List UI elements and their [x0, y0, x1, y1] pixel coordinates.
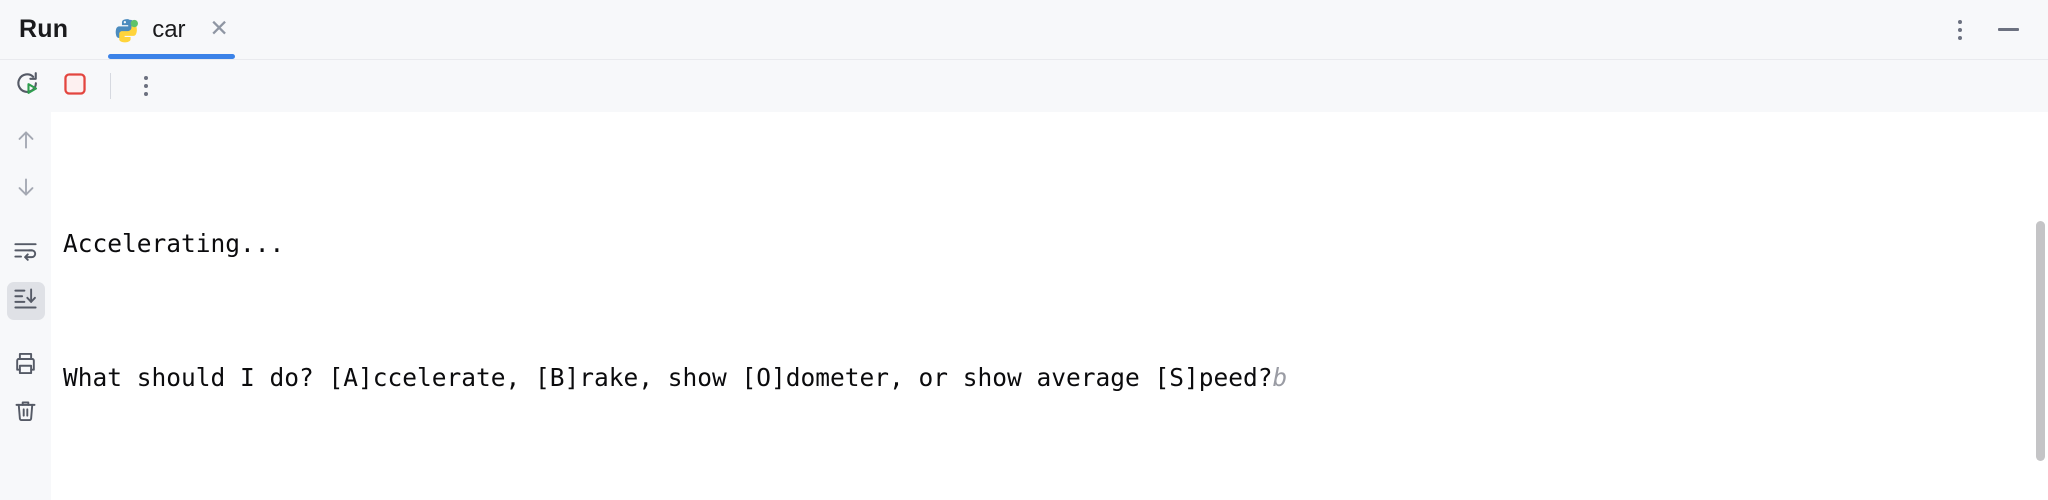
more-actions-button[interactable] [125, 65, 167, 107]
run-window-title: Run [19, 15, 69, 43]
user-input-echo: b [1272, 362, 1288, 392]
console-line-output: Accelerating... [63, 227, 2048, 261]
soft-wrap-icon [12, 238, 39, 270]
python-file-icon [114, 16, 142, 44]
window-controls [1940, 0, 2048, 59]
stop-button[interactable] [54, 65, 96, 107]
minimize-icon [1997, 28, 2019, 31]
print-button[interactable] [7, 347, 45, 385]
close-icon[interactable]: ✕ [210, 17, 229, 40]
output-text: Accelerating... [63, 228, 285, 258]
vertical-dots-icon [144, 76, 148, 96]
arrow-up-icon [13, 127, 39, 158]
console-line-prompt: What should I do? [A]ccelerate, [B]rake,… [63, 361, 2048, 395]
console-output-panel[interactable]: Accelerating... What should I do? [A]cce… [51, 112, 2048, 500]
more-options-button[interactable] [1940, 10, 1980, 50]
run-window-header: Run car ✕ [0, 0, 2048, 59]
clear-all-button[interactable] [7, 394, 45, 432]
arrow-down-icon [13, 174, 39, 205]
rerun-button[interactable] [8, 65, 50, 107]
run-tool-window: Run car ✕ Accelerating... What should I … [0, 0, 2048, 500]
toolbar-separator [110, 73, 111, 99]
soft-wrap-button[interactable] [7, 235, 45, 273]
next-occurrence-button[interactable] [7, 170, 45, 208]
console-line-output: Braking... [63, 495, 2048, 500]
vertical-dots-icon [1958, 19, 1962, 40]
scroll-to-end-icon [12, 285, 39, 317]
scroll-to-end-button[interactable] [6, 282, 45, 320]
console-text[interactable]: Accelerating... What should I do? [A]cce… [51, 112, 2048, 500]
tab-label: car [152, 15, 186, 43]
trash-icon [12, 397, 39, 429]
minimize-button[interactable] [1988, 10, 2028, 50]
stop-square-icon [62, 71, 88, 102]
run-toolbar [0, 59, 2048, 112]
prompt-text: What should I do? [A]ccelerate, [B]rake,… [63, 362, 1273, 392]
console-area: Accelerating... What should I do? [A]cce… [0, 112, 2048, 500]
scrollbar-thumb[interactable] [2036, 220, 2045, 462]
console-scrollbar[interactable] [2034, 112, 2048, 500]
console-gutter-toolbar [0, 112, 51, 500]
tab-car[interactable]: car ✕ [108, 0, 235, 59]
previous-occurrence-button[interactable] [7, 123, 45, 161]
output-text: Braking... [63, 497, 211, 500]
rerun-icon [14, 69, 44, 104]
printer-icon [12, 350, 39, 382]
tab-active-indicator [108, 54, 235, 59]
